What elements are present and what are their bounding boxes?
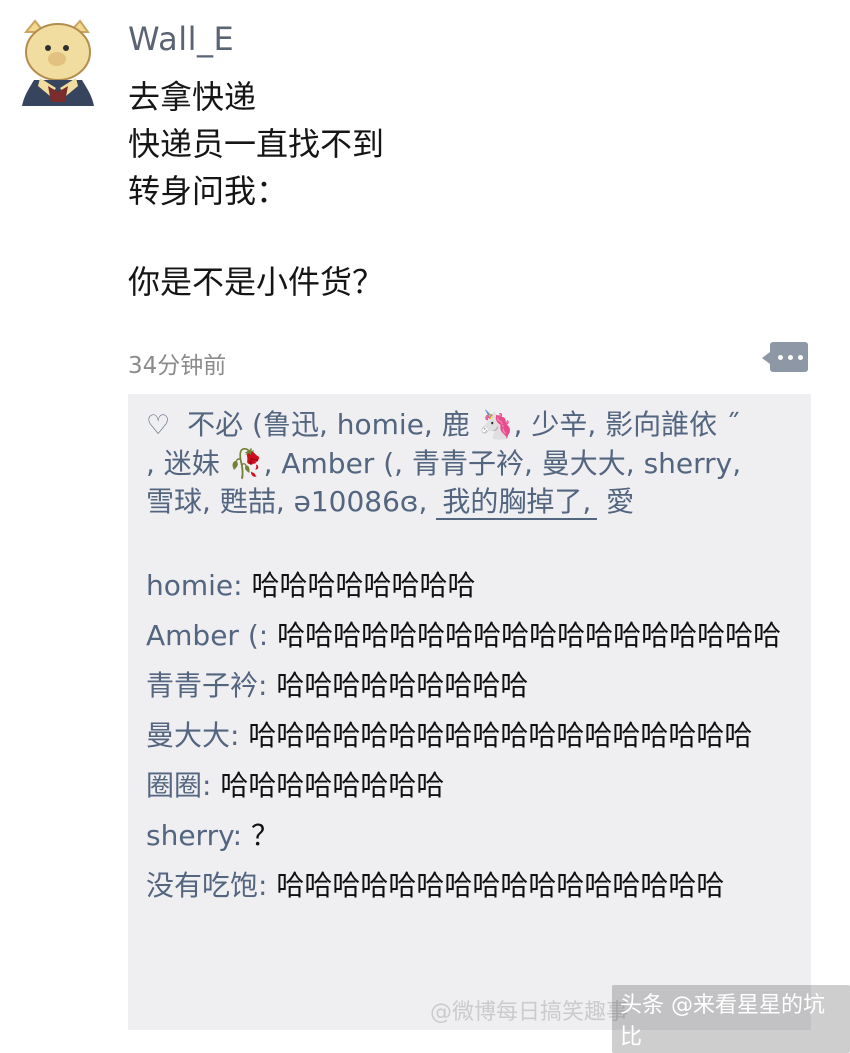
watermark: @微博每日搞笑趣事 (430, 1000, 629, 1025)
likes-list: ♡ 不必 (鲁迅, homie, 鹿 🦄, 少辛, 影向誰依 ˝ , 迷妹 🥀,… (146, 406, 796, 521)
like-name[interactable]: homie, (337, 408, 433, 441)
comment-item: 没有吃饱: 哈哈哈哈哈哈哈哈哈哈哈哈哈哈哈哈 (146, 869, 725, 902)
comment-item: homie: 哈哈哈哈哈哈哈哈 (146, 569, 476, 602)
like-name[interactable]: sherry, (644, 447, 742, 480)
like-name[interactable]: 青青子衿, (412, 447, 533, 480)
username[interactable]: Wall_E (128, 20, 234, 58)
comment-author[interactable]: homie (146, 569, 233, 602)
comment-text: 哈哈哈哈哈哈哈哈哈哈哈哈哈哈哈哈哈哈 (248, 719, 753, 752)
like-name[interactable]: 雪球, (146, 485, 211, 518)
post-line: 快递员一直找不到 (128, 125, 385, 163)
like-name[interactable]: Amber (, (281, 447, 403, 480)
comment-button[interactable] (762, 342, 808, 372)
like-name[interactable]: 甦喆, (220, 485, 285, 518)
comment-text: 哈哈哈哈哈哈哈哈哈哈哈哈哈哈哈哈 (276, 869, 725, 902)
heart-icon: ♡ (146, 410, 171, 441)
comment-text: 哈哈哈哈哈哈哈哈哈哈哈哈哈哈哈哈哈哈 (277, 619, 782, 652)
comment-text: ？ (250, 819, 279, 852)
comment-author[interactable]: Amber ( (146, 619, 259, 652)
comment-item: 青青子衿: 哈哈哈哈哈哈哈哈哈 (146, 669, 529, 702)
comment-item: 曼大大: 哈哈哈哈哈哈哈哈哈哈哈哈哈哈哈哈哈哈 (146, 719, 753, 752)
comment-text: 哈哈哈哈哈哈哈哈 (220, 769, 445, 802)
like-name[interactable]: 影向誰依 ˝ (605, 408, 740, 441)
post-line: 转身问我： (128, 172, 289, 210)
avatar (10, 14, 106, 110)
post-content: 去拿快递 快递员一直找不到 转身问我： 你是不是小件货？ (128, 74, 384, 306)
like-name[interactable]: 愛 (606, 485, 634, 518)
like-name[interactable]: 我的胸掉了, (436, 485, 598, 520)
post-line: 去拿快递 (128, 78, 257, 116)
like-name[interactable]: 不必 (鲁迅, (187, 408, 328, 441)
comment-author[interactable]: sherry (146, 819, 233, 852)
like-name[interactable]: 少辛, (531, 408, 596, 441)
post-line: 你是不是小件货？ (128, 263, 385, 301)
like-name[interactable]: , 迷妹 🥀, (146, 447, 272, 480)
like-name[interactable]: ə10086ɞ, (294, 485, 428, 518)
comment-item: sherry: ？ (146, 819, 279, 852)
footer-watermark: 头条 @来看星星的坑比 (612, 985, 850, 1053)
comment-author[interactable]: 青青子衿 (146, 669, 258, 702)
comment-text: 哈哈哈哈哈哈哈哈 (251, 569, 476, 602)
comment-author[interactable]: 圈圈 (146, 769, 202, 802)
likes-comments-panel: ♡ 不必 (鲁迅, homie, 鹿 🦄, 少辛, 影向誰依 ˝ , 迷妹 🥀,… (128, 394, 811, 1030)
comments-list: homie: 哈哈哈哈哈哈哈哈 Amber (: 哈哈哈哈哈哈哈哈哈哈哈哈哈哈哈… (146, 566, 796, 916)
post-time: 34分钟前 (128, 353, 227, 379)
like-name[interactable]: 鹿 🦄, (442, 408, 523, 441)
comment-author[interactable]: 曼大大 (146, 719, 230, 752)
comment-item: 圈圈: 哈哈哈哈哈哈哈哈 (146, 769, 445, 802)
avatar-cat-icon (10, 14, 106, 110)
like-name[interactable]: 曼大大, (542, 447, 635, 480)
comment-text: 哈哈哈哈哈哈哈哈哈 (276, 669, 529, 702)
comment-item: Amber (: 哈哈哈哈哈哈哈哈哈哈哈哈哈哈哈哈哈哈 (146, 619, 782, 652)
comment-author[interactable]: 没有吃饱 (146, 869, 258, 902)
